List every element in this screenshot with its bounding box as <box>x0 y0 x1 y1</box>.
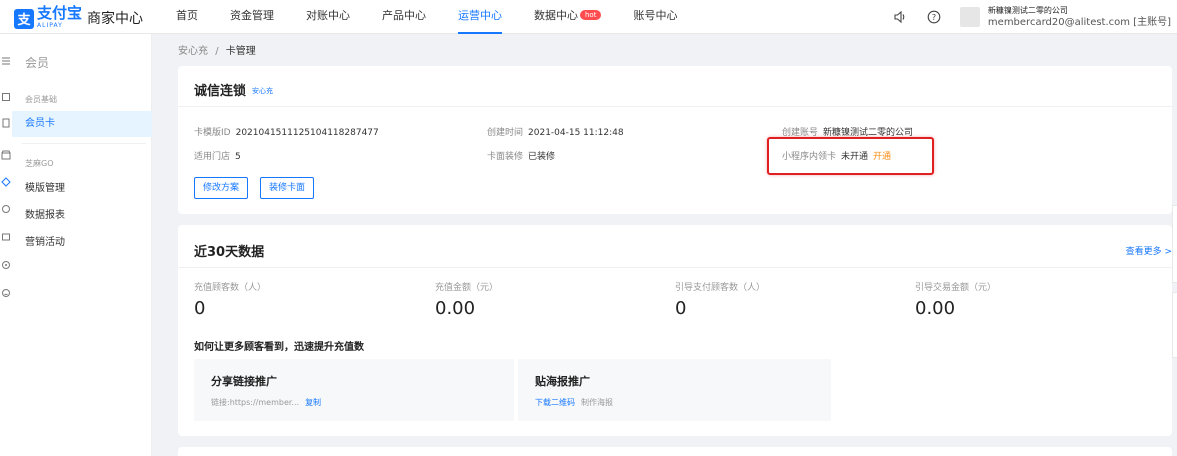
sidebar-group-member-basic: 会员基础 <box>25 95 57 104</box>
created-time-value: 2021-04-15 11:12:48 <box>528 128 624 138</box>
rail-gift-icon[interactable] <box>1 204 11 214</box>
rail-doc-icon[interactable] <box>1 118 11 128</box>
top-navbar: 支 支付宝 ALIPAY 商家中心 首页 资金管理 对账中心 产品中心 运营中心… <box>0 0 1177 34</box>
download-qrcode-link[interactable]: 下载二维码 <box>535 398 575 407</box>
avatar[interactable] <box>959 7 980 27</box>
rail-smile-icon[interactable] <box>1 288 11 298</box>
sidebar-item-report[interactable]: 数据报表 <box>12 203 152 229</box>
rail-chart-icon[interactable] <box>1 232 11 242</box>
sidebar-title: 会员 <box>25 56 50 70</box>
poster-sub: 下载二维码 制作海报 <box>535 397 613 408</box>
logo-en: ALIPAY <box>37 22 63 29</box>
account-email: membercard20@alitest.com [主账号] <box>987 17 1171 28</box>
sidebar-item-member-card[interactable]: 会员卡 <box>12 111 152 137</box>
rail-home-icon[interactable] <box>1 92 11 102</box>
decoration-value: 已装修 <box>528 152 556 162</box>
nav-account[interactable]: 账号中心 <box>617 0 693 34</box>
help-glyph: ? <box>932 13 936 22</box>
highlight-box <box>767 137 934 175</box>
menu-icon[interactable] <box>1 56 11 66</box>
stores-label: 适用门店 <box>194 152 231 162</box>
nav-data-label: 数据中心 <box>534 9 578 22</box>
stats-panel: 近30天数据 查看更多 > 充值顾客数（人） 0 充值金额（元） 0.00 引导… <box>178 225 1172 436</box>
template-id-field: 卡模版ID 20210415111251041182874​77 <box>194 125 379 138</box>
make-poster-link[interactable]: 制作海报 <box>581 398 613 407</box>
alipay-logo[interactable]: 支 支付宝 ALIPAY <box>14 6 82 31</box>
share-link-sub: 链接:https://member... 复制 <box>211 397 321 408</box>
breadcrumb-sep: / <box>215 46 219 57</box>
metric-value: 0 <box>675 298 687 319</box>
nav-funds[interactable]: 资金管理 <box>214 0 290 34</box>
sidebar: 会员 会员基础 会员卡 芝麻GO 模版管理 数据报表 营销活动 <box>12 34 152 456</box>
rail-shop-icon[interactable] <box>1 150 11 160</box>
hot-badge: hot <box>580 10 602 20</box>
card-tag: 安心充 <box>252 87 274 95</box>
breadcrumb: 安心充 / 卡管理 <box>178 42 256 57</box>
share-link-text: 链接:https://member... <box>211 398 300 407</box>
edge-tab-top[interactable] <box>1172 205 1177 283</box>
top-right-area: ? 新糠镍测试二零的公司 membercard20@alitest.com [主… <box>892 0 1177 34</box>
nav-reconciliation[interactable]: 对账中心 <box>290 0 366 34</box>
rail-member-icon[interactable] <box>1 177 11 187</box>
help-circle-icon[interactable]: ? <box>926 9 942 25</box>
card-info-panel: 诚信连锁 安心充 卡模版ID 20210415111251041182874​77 … <box>178 66 1172 214</box>
merchant-center-title: 商家中心 <box>87 11 143 27</box>
decoration-field: 卡面装修 已装修 <box>487 149 555 162</box>
sidebar-divider <box>22 143 146 144</box>
edge-tab-bottom[interactable] <box>1172 292 1177 358</box>
template-id-label: 卡模版ID <box>194 128 231 138</box>
card-divider <box>178 106 1172 107</box>
stats-divider <box>178 267 1172 268</box>
metric-value: 0.00 <box>915 298 956 319</box>
metric-label: 引导交易金额（元） <box>915 283 997 293</box>
stats-title: 近30天数据 <box>194 245 265 260</box>
speaker-icon[interactable] <box>892 9 908 25</box>
main-nav: 首页 资金管理 对账中心 产品中心 运营中心 数据中心 hot 账号中心 <box>160 0 693 34</box>
sidebar-item-marketing[interactable]: 营销活动 <box>12 230 152 256</box>
metric-label: 充值金额（元） <box>435 283 499 293</box>
nav-operations[interactable]: 运营中心 <box>442 0 518 34</box>
decoration-label: 卡面装修 <box>487 152 524 162</box>
account-info[interactable]: 新糠镍测试二零的公司 membercard20@alitest.com [主账号… <box>988 5 1171 29</box>
logo-cn: 支付宝 <box>37 4 83 22</box>
metric-label: 引导支付顾客数（人） <box>675 283 766 293</box>
breadcrumb-current: 卡管理 <box>225 46 256 57</box>
share-link-card: 分享链接推广 链接:https://member... 复制 <box>194 359 514 421</box>
breadcrumb-parent[interactable]: 安心充 <box>178 46 208 57</box>
poster-card: 贴海报推广 下载二维码 制作海报 <box>518 359 831 421</box>
nav-products[interactable]: 产品中心 <box>366 0 442 34</box>
card-title-text: 诚信连锁 <box>194 84 247 99</box>
sidebar-item-template[interactable]: 模版管理 <box>12 176 152 202</box>
card-title: 诚信连锁 安心充 <box>194 80 273 99</box>
modify-plan-button[interactable]: 修改方案 <box>194 177 249 199</box>
created-time-field: 创建时间 2021-04-15 11:12:48 <box>487 125 624 138</box>
nav-data[interactable]: 数据中心 hot <box>518 0 617 34</box>
template-id-value: 20210415111251041182874​77 <box>235 128 379 138</box>
next-panel <box>178 447 1172 456</box>
sidebar-group-zhima-go: 芝麻GO <box>25 159 54 168</box>
stores-value: 5 <box>235 152 241 162</box>
view-more-link[interactable]: 查看更多 > <box>1126 244 1172 257</box>
icon-rail <box>0 34 12 456</box>
alipay-logo-icon: 支 <box>14 8 34 29</box>
account-name: 新糠镍测试二零的公司 <box>987 6 1068 15</box>
stores-field: 适用门店 5 <box>194 149 241 162</box>
created-time-label: 创建时间 <box>487 128 524 138</box>
copy-link-button[interactable]: 复制 <box>305 398 321 407</box>
logo-text: 支付宝 ALIPAY <box>37 6 82 31</box>
metric-label: 充值顾客数（人） <box>194 283 267 293</box>
promo-heading: 如何让更多顾客看到，迅速提升充值数 <box>194 342 364 353</box>
decorate-card-button[interactable]: 装修卡面 <box>260 177 315 199</box>
nav-home[interactable]: 首页 <box>160 0 214 34</box>
metric-value: 0 <box>194 298 206 319</box>
poster-title: 贴海报推广 <box>535 375 590 388</box>
metric-value: 0.00 <box>435 298 476 319</box>
share-link-title: 分享链接推广 <box>211 375 277 388</box>
rail-setting-icon[interactable] <box>1 260 11 270</box>
